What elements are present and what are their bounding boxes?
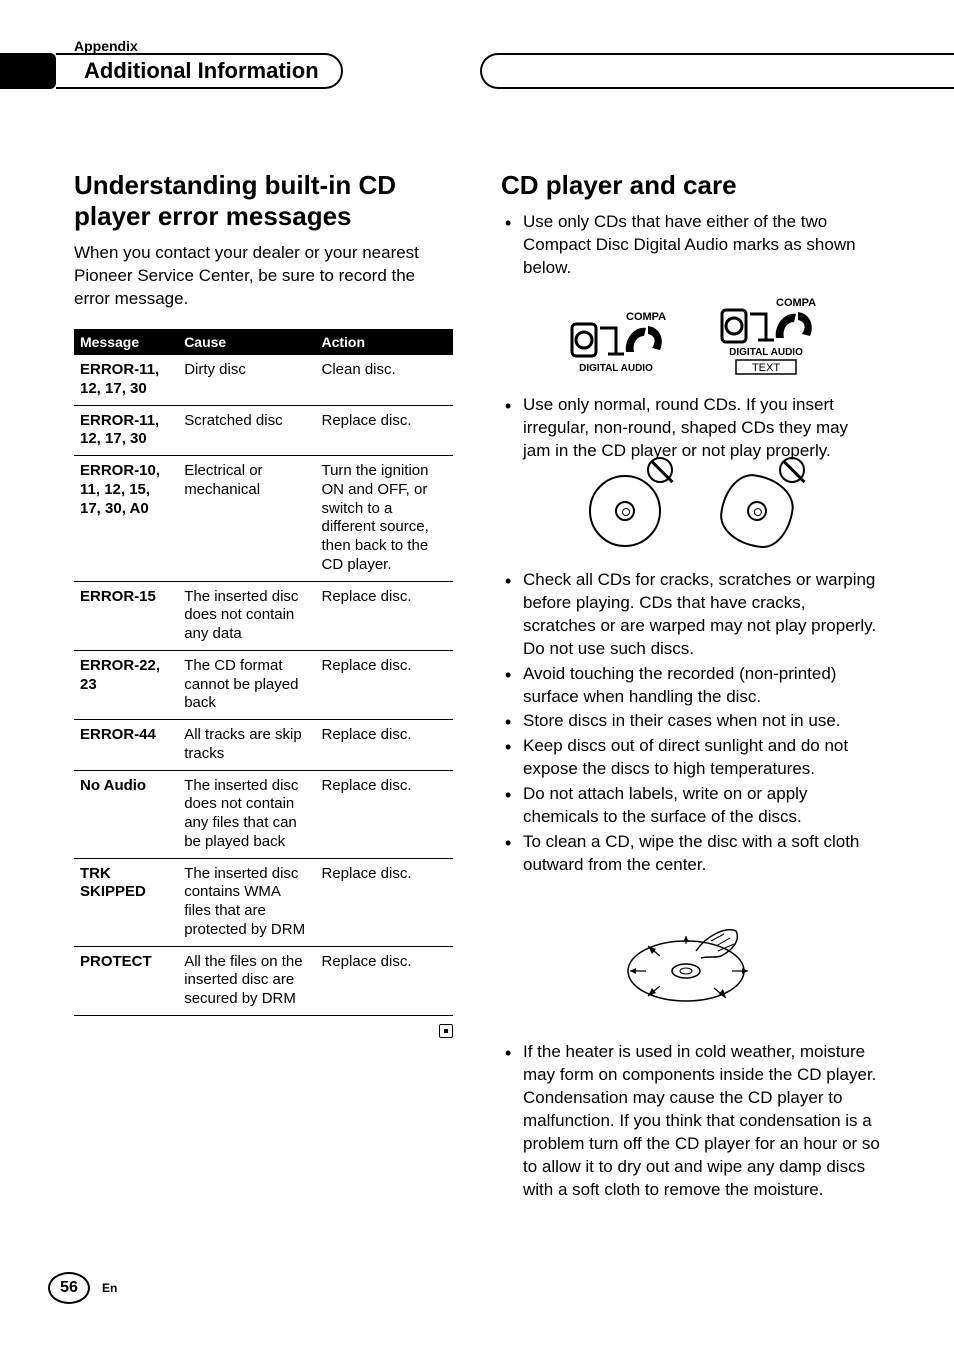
prohibit-sign-icon <box>647 457 673 483</box>
cell-action: Clean disc. <box>315 355 453 405</box>
svg-text:DIGITAL AUDIO: DIGITAL AUDIO <box>729 347 803 358</box>
table-row: ERROR-44 All tracks are skip tracks Repl… <box>74 720 453 771</box>
bullets-mid-first: Use only normal, round CDs. If you inser… <box>501 394 880 463</box>
cell-cause: Dirty disc <box>178 355 315 405</box>
left-title: Understanding built-in CD player error m… <box>74 170 453 232</box>
table-row: ERROR-11, 12, 17, 30 Dirty disc Clean di… <box>74 355 453 405</box>
left-intro: When you contact your dealer or your nea… <box>74 242 453 311</box>
table-row: TRK SKIPPED The inserted disc contains W… <box>74 858 453 946</box>
table-row: ERROR-11, 12, 17, 30 Scratched disc Repl… <box>74 405 453 456</box>
left-black-tab <box>0 53 56 89</box>
th-cause: Cause <box>178 329 315 355</box>
bullets-bottom: If the heater is used in cold weather, m… <box>501 1041 880 1202</box>
th-message: Message <box>74 329 178 355</box>
table-row: No Audio The inserted disc does not cont… <box>74 770 453 858</box>
table-row: ERROR-15 The inserted disc does not cont… <box>74 581 453 650</box>
right-title: CD player and care <box>501 170 880 201</box>
cell-message: ERROR-11, 12, 17, 30 <box>74 355 178 405</box>
compact-disc-logo-1: COMPACT DIGITAL AUDIO <box>561 306 671 376</box>
wipe-disc-illustration <box>616 891 766 1021</box>
page-number-badge: 56 <box>48 1272 90 1304</box>
compact-text: COMPACT <box>626 311 666 323</box>
table-row: PROTECT All the files on the inserted di… <box>74 946 453 1015</box>
compact-disc-logo-2: COMPACT DIGITAL AUDIO TEXT <box>711 292 821 376</box>
bullets-mid-rest: Check all CDs for cracks, scratches or w… <box>501 569 880 877</box>
section-heading-pill: Additional Information <box>56 53 343 89</box>
cell-message: ERROR-22, 23 <box>74 650 178 719</box>
cell-action: Replace disc. <box>315 581 453 650</box>
cell-cause: Electrical or mechanical <box>178 456 315 582</box>
cell-action: Turn the ignition ON and OFF, or switch … <box>315 456 453 582</box>
cell-action: Replace disc. <box>315 946 453 1015</box>
irregular-cd-icon <box>716 470 797 551</box>
cell-message: ERROR-15 <box>74 581 178 650</box>
cell-cause: All tracks are skip tracks <box>178 720 315 771</box>
left-column: Understanding built-in CD player error m… <box>74 170 453 1242</box>
list-item: Use only CDs that have either of the two… <box>501 211 880 280</box>
cell-message: TRK SKIPPED <box>74 858 178 946</box>
cd-shape-icons <box>501 475 880 547</box>
list-item: Keep discs out of direct sunlight and do… <box>501 735 880 781</box>
svg-text:DIGITAL AUDIO: DIGITAL AUDIO <box>579 363 653 374</box>
prohibit-sign-icon <box>779 457 805 483</box>
round-cd-ok <box>589 475 661 547</box>
list-item: Avoid touching the recorded (non-printed… <box>501 663 880 709</box>
cell-message: No Audio <box>74 770 178 858</box>
page-footer: 56 En <box>48 1272 117 1304</box>
cell-action: Replace disc. <box>315 858 453 946</box>
irregular-cd-no <box>721 475 793 547</box>
bullets-top: Use only CDs that have either of the two… <box>501 211 880 280</box>
cell-cause: The CD format cannot be played back <box>178 650 315 719</box>
cell-action: Replace disc. <box>315 650 453 719</box>
list-item: Use only normal, round CDs. If you inser… <box>501 394 880 463</box>
appendix-label: Appendix <box>74 38 138 54</box>
list-item: Check all CDs for cracks, scratches or w… <box>501 569 880 661</box>
cell-action: Replace disc. <box>315 770 453 858</box>
cell-message: PROTECT <box>74 946 178 1015</box>
list-item: To clean a CD, wipe the disc with a soft… <box>501 831 880 877</box>
cd-center-hole-icon <box>615 501 635 521</box>
section-heading-text: Additional Information <box>84 58 319 84</box>
right-column: CD player and care Use only CDs that hav… <box>501 170 880 1242</box>
cell-message: ERROR-10, 11, 12, 15, 17, 30, A0 <box>74 456 178 582</box>
list-item: If the heater is used in cold weather, m… <box>501 1041 880 1202</box>
list-item: Store discs in their cases when not in u… <box>501 710 880 733</box>
cell-cause: Scratched disc <box>178 405 315 456</box>
page-lang: En <box>102 1281 117 1295</box>
header-right-pill <box>480 53 880 89</box>
cd-center-hole-icon <box>745 500 768 523</box>
page-number: 56 <box>60 1279 78 1297</box>
list-item: Do not attach labels, write on or apply … <box>501 783 880 829</box>
cell-message: ERROR-44 <box>74 720 178 771</box>
compact-disc-logos: COMPACT DIGITAL AUDIO COMPACT <box>501 292 880 376</box>
table-row: ERROR-22, 23 The CD format cannot be pla… <box>74 650 453 719</box>
error-table: Message Cause Action ERROR-11, 12, 17, 3… <box>74 329 453 1016</box>
svg-text:TEXT: TEXT <box>751 362 779 374</box>
round-cd-icon <box>589 475 661 547</box>
cell-action: Replace disc. <box>315 720 453 771</box>
cell-cause: All the files on the inserted disc are s… <box>178 946 315 1015</box>
end-mark-icon <box>439 1024 453 1038</box>
table-row: ERROR-10, 11, 12, 15, 17, 30, A0 Electri… <box>74 456 453 582</box>
cell-cause: The inserted disc does not contain any f… <box>178 770 315 858</box>
cell-action: Replace disc. <box>315 405 453 456</box>
svg-text:COMPACT: COMPACT <box>776 297 816 309</box>
cell-message: ERROR-11, 12, 17, 30 <box>74 405 178 456</box>
cell-cause: The inserted disc does not contain any d… <box>178 581 315 650</box>
cell-cause: The inserted disc contains WMA files tha… <box>178 858 315 946</box>
th-action: Action <box>315 329 453 355</box>
header-right-pill-end <box>880 53 954 89</box>
error-table-header-row: Message Cause Action <box>74 329 453 355</box>
